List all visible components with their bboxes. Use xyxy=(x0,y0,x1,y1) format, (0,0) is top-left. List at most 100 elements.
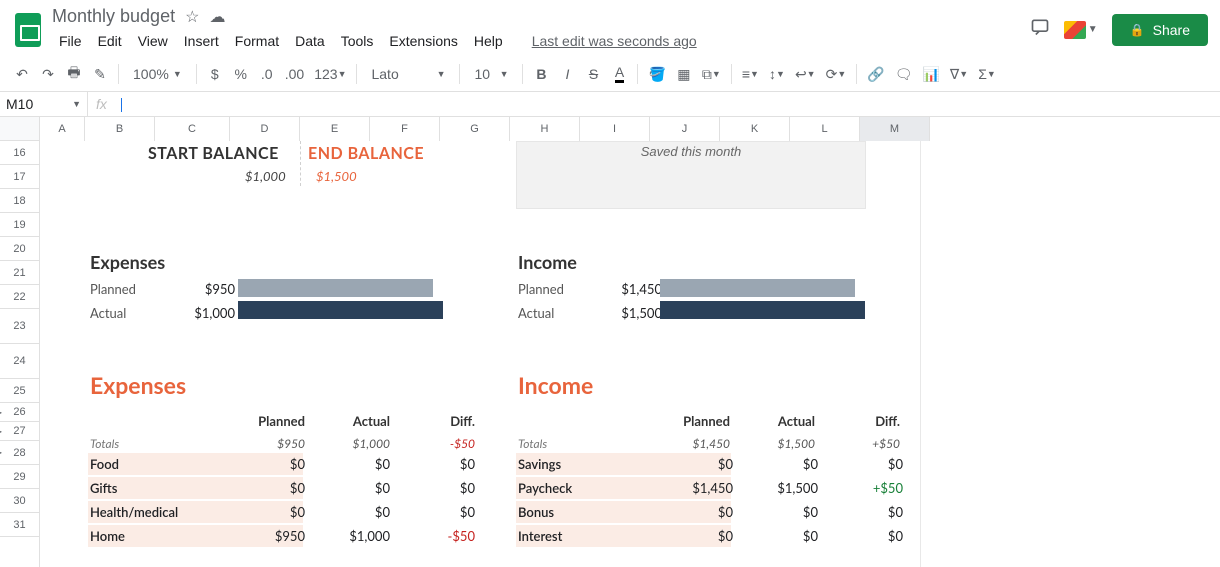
sheet-canvas[interactable]: START BALANCE END BALANCE $1,000 $1,500 … xyxy=(40,141,1220,567)
print-button[interactable]: 🖶 xyxy=(62,61,86,87)
row-header-16[interactable]: 16 xyxy=(0,141,39,165)
functions-button[interactable]: Σ▼ xyxy=(974,61,1000,87)
col-header-M[interactable]: M xyxy=(860,117,930,141)
menu-edit[interactable]: Edit xyxy=(91,29,129,53)
col-header-E[interactable]: E xyxy=(300,117,370,141)
row-header-24[interactable]: 24 xyxy=(0,344,39,379)
insert-chart-button[interactable]: 📊 xyxy=(918,61,943,87)
sheets-logo[interactable] xyxy=(8,10,48,50)
col-header-A[interactable]: A xyxy=(40,117,85,141)
cell-end-balance-label: END BALANCE xyxy=(308,144,424,163)
row-header-20[interactable]: 20 xyxy=(0,237,39,261)
table-cell: $0 xyxy=(753,504,818,520)
h-align-button[interactable]: ≡▼ xyxy=(738,61,763,87)
meet-icon[interactable]: ▼ xyxy=(1064,21,1098,39)
text-color-button[interactable]: A xyxy=(607,61,631,87)
menu-file[interactable]: File xyxy=(52,29,89,53)
inc-actual-bar xyxy=(660,301,865,319)
inc-col-actual: Actual xyxy=(750,413,815,429)
row-header-30[interactable]: 30 xyxy=(0,489,39,513)
strike-button[interactable]: S xyxy=(581,61,605,87)
row-header-25[interactable]: 25 xyxy=(0,379,39,403)
table-cell: $1,500 xyxy=(753,480,818,496)
exp-planned-label: Planned xyxy=(90,281,136,297)
font-select[interactable]: Lato▼ xyxy=(363,61,453,87)
table-cell: $1,000 xyxy=(325,528,390,544)
col-header-I[interactable]: I xyxy=(580,117,650,141)
exp-totals-diff: -$50 xyxy=(410,436,475,451)
row-header-28[interactable]: ▸28 xyxy=(0,441,39,465)
paint-format-button[interactable]: ✎ xyxy=(88,61,112,87)
col-header-C[interactable]: C xyxy=(155,117,230,141)
italic-button[interactable]: I xyxy=(555,61,579,87)
add-comment-button[interactable]: 🗨 xyxy=(891,61,917,87)
col-header-G[interactable]: G xyxy=(440,117,510,141)
row-header-21[interactable]: 21 xyxy=(0,261,39,285)
name-box[interactable]: M10▼ xyxy=(0,92,88,116)
table-cell: $0 xyxy=(325,480,390,496)
col-header-D[interactable]: D xyxy=(230,117,300,141)
table-cell: $0 xyxy=(240,480,305,496)
v-align-button[interactable]: ↕▼ xyxy=(765,61,789,87)
link-button[interactable]: 🔗 xyxy=(863,61,888,87)
merge-button[interactable]: ⧉▼ xyxy=(698,61,725,87)
lock-icon: 🔒 xyxy=(1130,23,1145,37)
formula-bar[interactable] xyxy=(115,92,1220,116)
gridline xyxy=(920,141,921,567)
menu-format[interactable]: Format xyxy=(228,29,286,53)
star-icon[interactable]: ☆ xyxy=(185,7,199,27)
menu-view[interactable]: View xyxy=(131,29,175,53)
row-header-22[interactable]: 22 xyxy=(0,285,39,309)
inc-planned-bar xyxy=(660,279,855,297)
menu-insert[interactable]: Insert xyxy=(177,29,226,53)
inc-totals-actual: $1,500 xyxy=(750,436,815,451)
undo-button[interactable]: ↶ xyxy=(10,61,34,87)
menu-extensions[interactable]: Extensions xyxy=(382,29,464,53)
row-header-26[interactable]: ▸26 xyxy=(0,403,39,422)
menu-data[interactable]: Data xyxy=(288,29,332,53)
zoom-select[interactable]: 100%▼ xyxy=(125,61,190,87)
wrap-button[interactable]: ↩▼ xyxy=(791,61,820,87)
cloud-status-icon[interactable]: ☁ xyxy=(209,7,225,27)
row-header-31[interactable]: 31 xyxy=(0,513,39,537)
currency-button[interactable]: $ xyxy=(203,61,227,87)
redo-button[interactable]: ↷ xyxy=(36,61,60,87)
col-header-H[interactable]: H xyxy=(510,117,580,141)
table-cell: $0 xyxy=(410,480,475,496)
rotate-button[interactable]: ⟳▼ xyxy=(822,61,851,87)
decrease-decimal-button[interactable]: .0 xyxy=(255,61,279,87)
expand-row-icon[interactable]: ▸ xyxy=(0,427,2,436)
expand-row-icon[interactable]: ▸ xyxy=(0,408,2,417)
percent-button[interactable]: % xyxy=(229,61,253,87)
col-header-B[interactable]: B xyxy=(85,117,155,141)
row-header-23[interactable]: 23 xyxy=(0,309,39,344)
table-row-label: Interest xyxy=(518,528,562,544)
fill-color-button[interactable]: 🪣 xyxy=(644,61,669,87)
row-header-29[interactable]: 29 xyxy=(0,465,39,489)
table-cell: $0 xyxy=(753,528,818,544)
col-header-K[interactable]: K xyxy=(720,117,790,141)
filter-button[interactable]: ∇▼ xyxy=(946,61,972,87)
row-header-19[interactable]: 19 xyxy=(0,213,39,237)
share-button[interactable]: 🔒Share xyxy=(1112,14,1208,46)
bold-button[interactable]: B xyxy=(529,61,553,87)
doc-title[interactable]: Monthly budget xyxy=(52,6,175,27)
borders-button[interactable]: ▦ xyxy=(672,61,696,87)
table-cell: $0 xyxy=(410,504,475,520)
income-table-title: Income xyxy=(518,371,593,399)
font-size-select[interactable]: 10▼ xyxy=(466,61,516,87)
last-edit-link[interactable]: Last edit was seconds ago xyxy=(532,33,697,49)
col-header-F[interactable]: F xyxy=(370,117,440,141)
row-header-17[interactable]: 17 xyxy=(0,165,39,189)
number-format-button[interactable]: 123▼ xyxy=(310,61,350,87)
col-header-J[interactable]: J xyxy=(650,117,720,141)
comments-icon[interactable] xyxy=(1030,17,1050,43)
col-header-L[interactable]: L xyxy=(790,117,860,141)
expand-row-icon[interactable]: ▸ xyxy=(0,448,2,457)
select-all-corner[interactable] xyxy=(0,117,40,141)
menu-help[interactable]: Help xyxy=(467,29,510,53)
menu-tools[interactable]: Tools xyxy=(334,29,381,53)
increase-decimal-button[interactable]: .00 xyxy=(281,61,308,87)
row-header-27[interactable]: ▸27 xyxy=(0,422,39,441)
row-header-18[interactable]: 18 xyxy=(0,189,39,213)
